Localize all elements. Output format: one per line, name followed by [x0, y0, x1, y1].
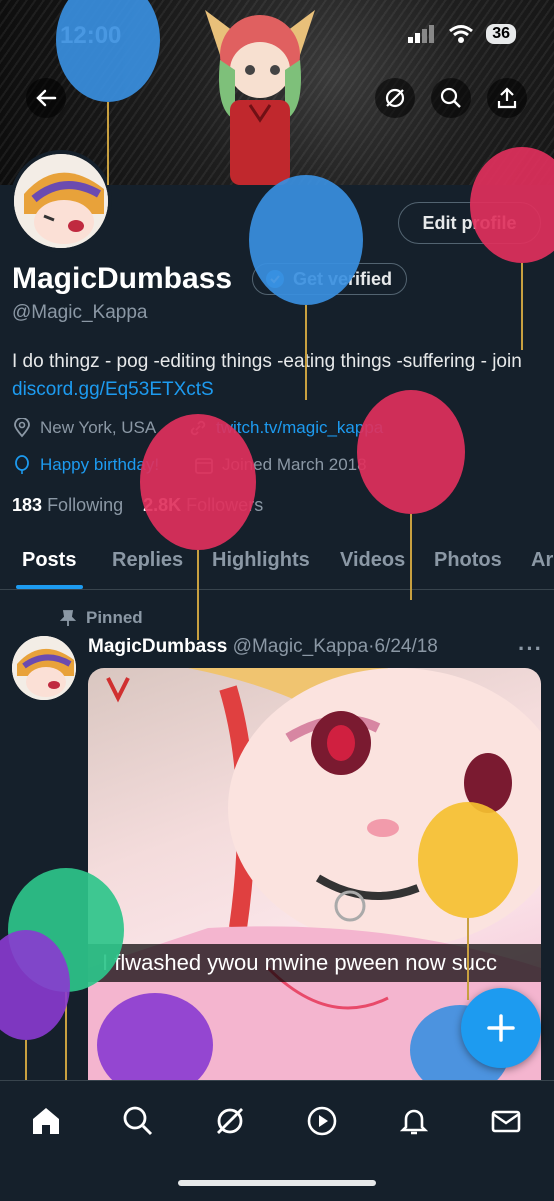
play-icon	[307, 1106, 337, 1136]
share-button[interactable]	[487, 78, 527, 118]
nav-explore[interactable]	[118, 1101, 158, 1141]
grok-icon	[385, 88, 405, 108]
nav-home[interactable]	[26, 1101, 66, 1141]
battery-indicator: 36	[486, 24, 516, 44]
location-row: New York, USA	[12, 418, 156, 438]
verified-badge-icon	[266, 270, 284, 288]
nav-notifications[interactable]	[394, 1101, 434, 1141]
search-icon	[440, 87, 461, 108]
compose-button[interactable]	[461, 988, 541, 1068]
profile-bio: I do thingz - pog -editing things -eatin…	[12, 348, 542, 404]
calendar-icon	[195, 458, 213, 474]
wifi-icon	[449, 25, 474, 43]
tweet-more-button[interactable]: ···	[518, 636, 543, 662]
website-row[interactable]: twitch.tv/magic_kappa	[188, 418, 383, 438]
balloon-icon	[15, 455, 29, 474]
pinned-label: Pinned	[60, 608, 143, 628]
follow-counts: 183 Following 2.8K Followers	[12, 495, 263, 516]
active-tab-indicator	[16, 585, 83, 589]
location-text: New York, USA	[40, 418, 157, 437]
nav-grok[interactable]	[210, 1101, 250, 1141]
search-icon	[123, 1106, 153, 1136]
grok-button[interactable]	[375, 78, 415, 118]
joined-row: Joined March 2018	[194, 455, 367, 475]
plus-icon	[487, 1014, 515, 1042]
nav-video[interactable]	[302, 1101, 342, 1141]
pin-icon	[60, 610, 76, 626]
tweet-handle[interactable]: @Magic_Kappa	[233, 636, 368, 657]
back-button[interactable]	[26, 78, 66, 118]
media-caption: I flwashed ywou mwine pween now succ	[88, 944, 541, 982]
website-link[interactable]: twitch.tv/magic_kappa	[216, 418, 383, 438]
profile-handle: @Magic_Kappa	[12, 302, 148, 323]
location-pin-icon	[14, 418, 30, 438]
nav-messages[interactable]	[486, 1101, 526, 1141]
banner-character-art	[205, 10, 315, 185]
pinned-text: Pinned	[86, 608, 143, 627]
avatar-art	[14, 154, 108, 248]
followers-link[interactable]: 2.8K Followers	[143, 495, 263, 515]
get-verified-label: Get verified	[293, 268, 393, 289]
birthday-text: Happy birthday!	[40, 455, 160, 474]
tab-articles[interactable]: Ar	[531, 549, 553, 572]
arrow-left-icon	[36, 89, 57, 107]
bio-text: I do thingz - pog -editing things -eatin…	[12, 351, 522, 372]
link-icon	[190, 420, 206, 436]
profile-avatar[interactable]	[10, 150, 112, 252]
tweet-author[interactable]: MagicDumbass	[88, 636, 227, 657]
tweet-avatar[interactable]	[12, 636, 76, 700]
edit-profile-button[interactable]: Edit profile	[398, 202, 541, 244]
birthday-row: Happy birthday!	[12, 455, 159, 475]
tweet-date[interactable]: 6/24/18	[374, 636, 437, 657]
tab-videos[interactable]: Videos	[340, 549, 405, 572]
balloon-red-2	[140, 414, 256, 640]
bio-discord-link[interactable]: discord.gg/Eq53ETXctS	[12, 379, 214, 400]
followers-count: 2.8K	[143, 495, 182, 515]
tab-posts[interactable]: Posts	[22, 549, 76, 572]
share-icon	[497, 87, 517, 109]
tweet-avatar-art	[12, 636, 76, 700]
following-count: 183	[12, 495, 43, 515]
status-indicators: 36	[408, 24, 516, 44]
grok-icon	[217, 1108, 243, 1134]
profile-tabs: Posts Replies Highlights Videos Photos A…	[0, 535, 554, 590]
bell-icon	[399, 1109, 429, 1135]
home-icon	[33, 1108, 59, 1134]
tab-highlights[interactable]: Highlights	[212, 549, 310, 572]
balloon-purple-1	[0, 930, 70, 1080]
tab-replies[interactable]: Replies	[112, 549, 183, 572]
following-label: Following	[47, 495, 124, 515]
signal-icon	[408, 25, 435, 43]
search-button[interactable]	[431, 78, 471, 118]
following-link[interactable]: 183 Following	[12, 495, 123, 515]
mail-icon	[491, 1110, 521, 1133]
status-time: 12:00	[60, 22, 122, 49]
display-name: MagicDumbass	[12, 262, 233, 295]
tweet-header: MagicDumbass @Magic_Kappa·6/24/18	[88, 636, 438, 658]
joined-text: Joined March 2018	[222, 455, 367, 474]
followers-label: Followers	[186, 495, 264, 515]
home-indicator	[178, 1180, 376, 1186]
tab-photos[interactable]: Photos	[434, 549, 502, 572]
get-verified-button[interactable]: Get verified	[252, 263, 408, 295]
